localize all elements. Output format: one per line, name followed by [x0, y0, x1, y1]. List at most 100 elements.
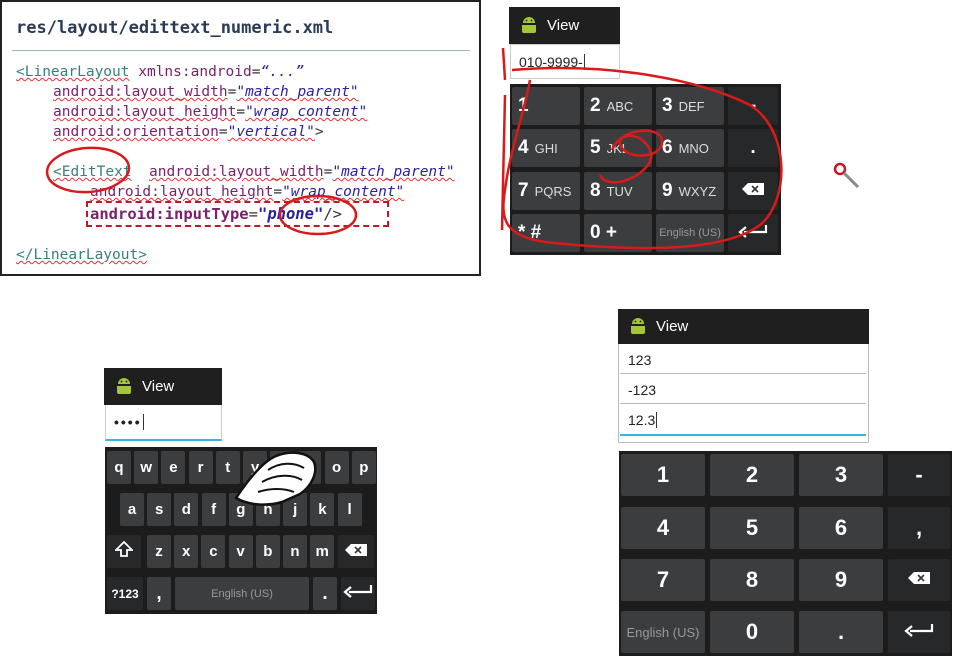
phone-key[interactable]: 0 +: [584, 214, 652, 252]
code-line-1: <LinearLayout xmlns:android=“...”: [16, 64, 304, 80]
key-label: 8: [745, 567, 759, 592]
language-key[interactable]: English (US): [621, 611, 705, 653]
key-label: ?123: [111, 586, 139, 601]
letter-key-t[interactable]: t: [215, 451, 240, 484]
phone-key[interactable]: 1: [512, 87, 580, 125]
numeric-key[interactable]: 3: [799, 454, 883, 496]
numeric-key[interactable]: .: [799, 611, 883, 653]
qwerty-keyboard: q w e r t y u i o p a s d f g h j k l z x c v b n m ?123, English (…: [105, 447, 377, 614]
letter-key-y[interactable]: y: [243, 451, 267, 484]
letter-key-c[interactable]: c: [201, 535, 226, 568]
shift-key[interactable]: [107, 535, 141, 568]
numeric-key[interactable]: 1: [621, 454, 705, 496]
key-label: o: [332, 459, 342, 476]
key-label: TUV: [606, 183, 633, 199]
letter-key-m[interactable]: m: [310, 535, 335, 568]
key-label: s: [155, 501, 164, 518]
letter-key-w[interactable]: w: [134, 451, 159, 484]
backspace-key[interactable]: [338, 535, 374, 568]
enter-key[interactable]: [888, 611, 950, 653]
red-annotation-stroke: [500, 94, 507, 231]
letter-key-j[interactable]: j: [283, 493, 308, 526]
phone-key[interactable]: -: [728, 87, 778, 125]
key-label: DEF: [678, 98, 705, 114]
numeric-key[interactable]: -: [888, 454, 950, 496]
numeric-key[interactable]: 8: [710, 559, 794, 601]
comma-key[interactable]: ,: [147, 577, 171, 610]
key-label: f: [211, 501, 217, 518]
numeric-key[interactable]: 0: [710, 611, 794, 653]
letter-key-l[interactable]: l: [337, 493, 362, 526]
key-label: -: [749, 95, 757, 116]
numeric-key[interactable]: 4: [621, 507, 705, 549]
phone-key[interactable]: 3 DEF: [656, 87, 724, 125]
letter-key-a[interactable]: a: [120, 493, 144, 526]
phone-key[interactable]: 9 WXYZ: [656, 172, 724, 210]
numeric-key[interactable]: ,: [888, 507, 950, 549]
backspace-key[interactable]: [728, 172, 778, 210]
signed-field-value: -123: [628, 381, 657, 398]
key-label: 7: [656, 567, 670, 592]
app-titlebar: View: [509, 7, 620, 44]
phone-key[interactable]: 5 JKL: [584, 129, 652, 167]
key-label: x: [182, 543, 191, 560]
key-label: j: [293, 501, 298, 518]
numeric-key[interactable]: 2: [710, 454, 794, 496]
phone-input[interactable]: 010-9999-: [510, 44, 620, 79]
key-label: 9: [834, 567, 848, 592]
numeric-key[interactable]: 5: [710, 507, 794, 549]
enter-key[interactable]: [728, 214, 778, 252]
key-label: 5: [745, 515, 759, 540]
code-val: “...”: [260, 64, 305, 80]
numeric-key[interactable]: 7: [621, 559, 705, 601]
password-input[interactable]: ••••: [105, 405, 222, 441]
code-line-5: <EditText android:layout_width="match_pa…: [53, 164, 455, 180]
letter-key-p[interactable]: p: [351, 451, 376, 484]
key-label: English (US): [626, 624, 700, 640]
decimal-field[interactable]: 12.3: [620, 406, 866, 436]
red-annotation-stroke: [501, 47, 507, 81]
language-key[interactable]: English (US): [656, 214, 724, 252]
key-label: 1: [518, 95, 529, 116]
letter-key-n[interactable]: n: [283, 535, 307, 568]
phone-key[interactable]: 7 PQRS: [512, 172, 580, 210]
letter-key-u[interactable]: u: [270, 451, 295, 484]
backspace-key[interactable]: [888, 559, 950, 601]
code-line-2: android:layout_width="match_parent": [53, 84, 359, 100]
letter-key-q[interactable]: q: [107, 451, 131, 484]
phone-key[interactable]: .: [728, 129, 778, 167]
phone-key[interactable]: 6 MNO: [656, 129, 724, 167]
phone-key[interactable]: 2 ABC: [584, 87, 652, 125]
enter-key[interactable]: [341, 577, 375, 610]
letter-key-x[interactable]: x: [174, 535, 199, 568]
letter-key-k[interactable]: k: [310, 493, 335, 526]
space-key[interactable]: English (US): [175, 577, 309, 610]
phone-key[interactable]: * #: [512, 214, 580, 252]
letter-key-g[interactable]: g: [228, 493, 253, 526]
phone-key[interactable]: 8 TUV: [584, 172, 652, 210]
key-label: .: [837, 619, 845, 644]
key-label: w: [140, 459, 153, 476]
symbols-key[interactable]: ?123: [107, 577, 143, 610]
letter-key-o[interactable]: o: [324, 451, 349, 484]
letter-key-z[interactable]: z: [147, 535, 171, 568]
app-title: View: [547, 17, 580, 34]
numeric-key[interactable]: 9: [799, 559, 883, 601]
letter-key-i[interactable]: i: [297, 451, 322, 484]
period-key[interactable]: .: [313, 577, 337, 610]
numeric-key[interactable]: 6: [799, 507, 883, 549]
letter-key-f[interactable]: f: [201, 493, 226, 526]
letter-key-h[interactable]: h: [256, 493, 280, 526]
letter-key-r[interactable]: r: [188, 451, 213, 484]
key-label: 2: [590, 95, 601, 116]
letter-key-d[interactable]: d: [174, 493, 199, 526]
phone-key[interactable]: 4 GHI: [512, 129, 580, 167]
integer-field[interactable]: 123: [620, 346, 866, 374]
key-label: ,: [915, 515, 923, 540]
letter-key-s[interactable]: s: [147, 493, 172, 526]
letter-key-e[interactable]: e: [161, 451, 186, 484]
key-label: 8: [590, 180, 601, 201]
signed-field[interactable]: -123: [620, 376, 866, 404]
letter-key-b[interactable]: b: [255, 535, 280, 568]
letter-key-v[interactable]: v: [228, 535, 253, 568]
